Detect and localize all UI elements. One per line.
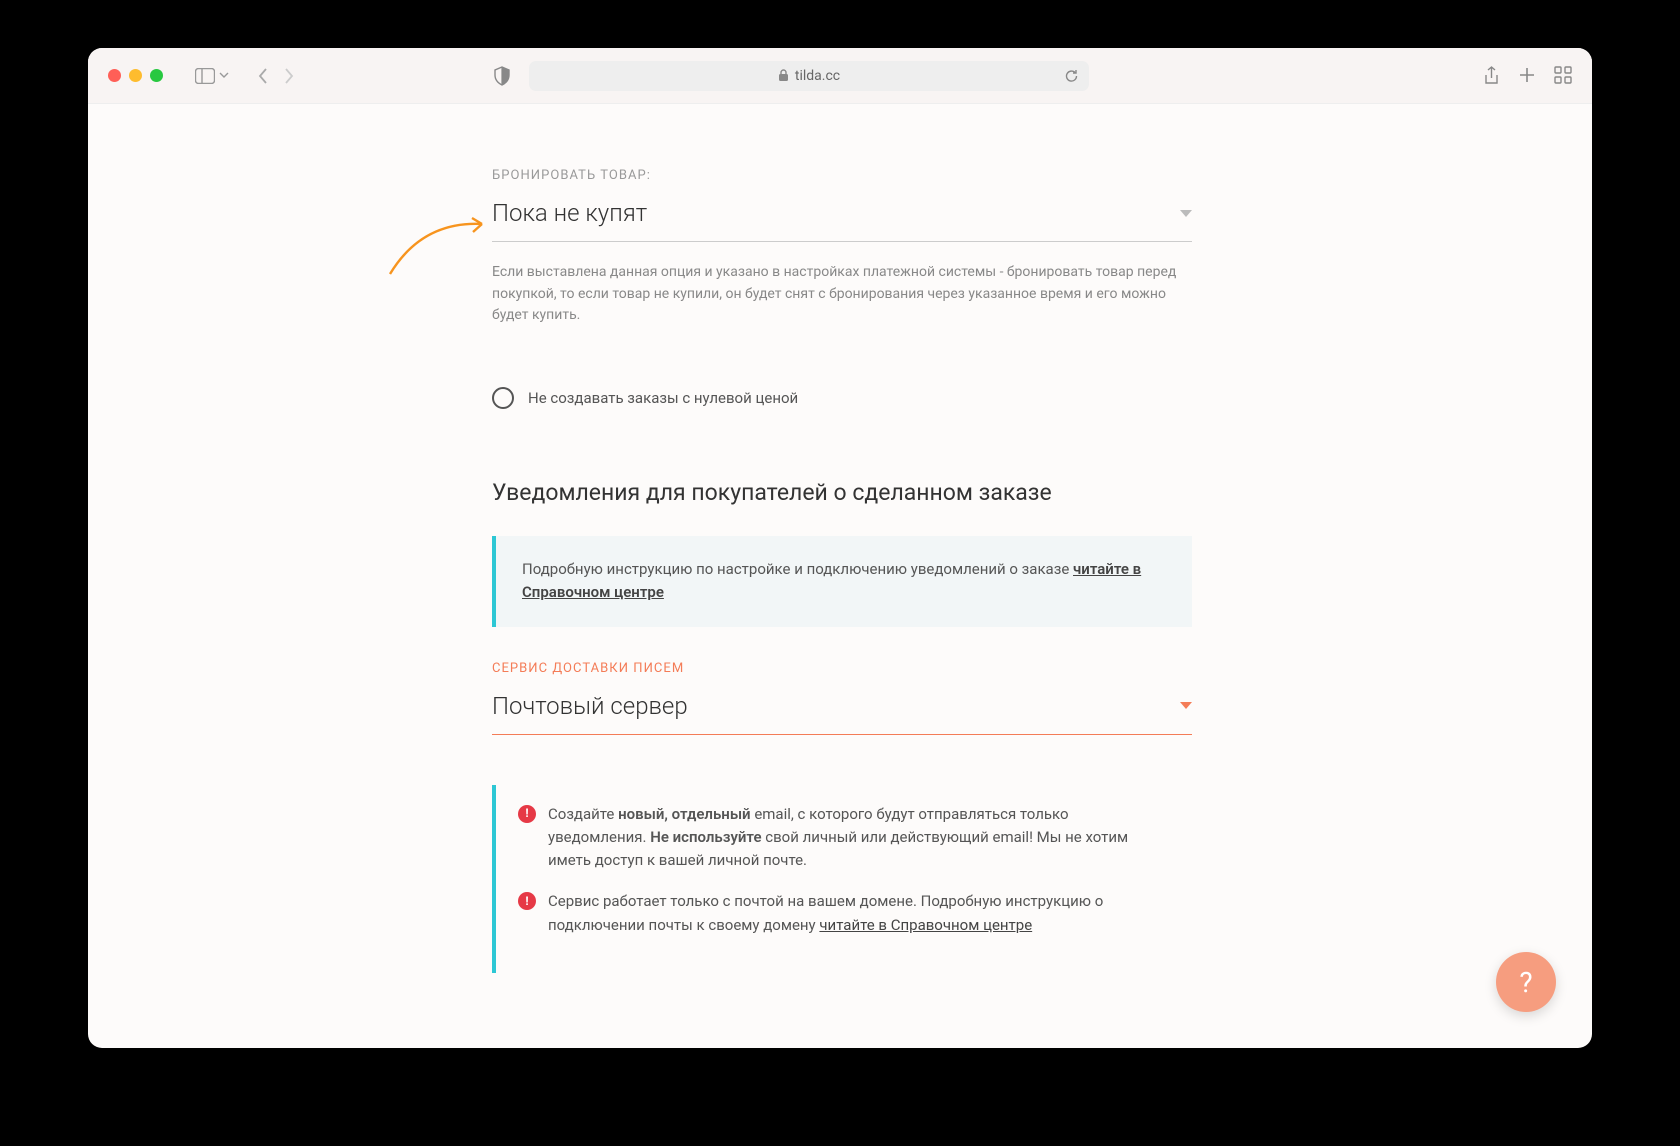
minimize-window-button[interactable] [129, 69, 142, 82]
warning-item-domain: ! Сервис работает только с почтой на ваш… [518, 890, 1170, 937]
mail-service-value: Почтовый сервер [492, 692, 688, 720]
alert-icon: ! [518, 892, 536, 910]
toolbar-right [1483, 66, 1572, 86]
reserve-help-text: Если выставлена данная опция и указано в… [492, 262, 1192, 327]
tabs-overview-icon[interactable] [1554, 66, 1572, 84]
info-text-prefix: Подробную инструкцию по настройке и подк… [522, 560, 1073, 578]
shield-icon[interactable] [493, 66, 511, 86]
help-fab-button[interactable]: ? [1496, 952, 1556, 1012]
notifications-info-box: Подробную инструкцию по настройке и подк… [492, 536, 1192, 627]
url-text: tilda.cc [795, 68, 840, 84]
window-controls [108, 69, 163, 82]
back-button[interactable] [257, 67, 269, 85]
warning-item-new-email: ! Создайте новый, отдельный email, с кот… [518, 803, 1170, 873]
address-bar[interactable]: tilda.cc [529, 61, 1089, 91]
close-window-button[interactable] [108, 69, 121, 82]
chevron-down-icon [1180, 210, 1192, 217]
reserve-label: БРОНИРОВАТЬ ТОВАР: [492, 168, 1192, 183]
settings-form: БРОНИРОВАТЬ ТОВАР: Пока не купят Если вы… [492, 168, 1192, 973]
browser-toolbar: tilda.cc [88, 48, 1592, 104]
mail-service-label: СЕРВИС ДОСТАВКИ ПИСЕМ [492, 661, 1192, 676]
radio-circle-icon [492, 387, 514, 409]
reload-button[interactable] [1064, 68, 1079, 84]
nav-arrows [257, 67, 295, 85]
question-mark-icon: ? [1519, 966, 1532, 999]
forward-button[interactable] [283, 67, 295, 85]
mail-warnings-box: ! Создайте новый, отдельный email, с кот… [492, 785, 1192, 973]
annotation-arrow-icon [382, 206, 492, 276]
share-icon[interactable] [1483, 66, 1500, 86]
maximize-window-button[interactable] [150, 69, 163, 82]
warning-text: Создайте новый, отдельный email, с котор… [548, 803, 1170, 873]
reserve-select-value: Пока не купят [492, 199, 647, 227]
notifications-heading: Уведомления для покупателей о сделанном … [492, 479, 1192, 506]
chevron-down-icon [1180, 702, 1192, 709]
warning-text: Сервис работает только с почтой на вашем… [548, 890, 1170, 937]
zero-price-checkbox[interactable]: Не создавать заказы с нулевой ценой [492, 387, 1192, 409]
reserve-select[interactable]: Пока не купят [492, 199, 1192, 242]
sidebar-toggle-button[interactable] [195, 68, 229, 84]
lock-icon [778, 69, 789, 82]
chevron-down-icon [219, 72, 229, 79]
new-tab-icon[interactable] [1518, 66, 1536, 84]
alert-icon: ! [518, 805, 536, 823]
zero-price-label: Не создавать заказы с нулевой ценой [528, 389, 798, 407]
mail-service-select[interactable]: Почтовый сервер [492, 692, 1192, 735]
help-center-link[interactable]: читайте в Справочном центре [819, 916, 1032, 934]
browser-window: tilda.cc БРОНИРОВАТЬ ТОВАР: Пока не купя… [88, 48, 1592, 1048]
